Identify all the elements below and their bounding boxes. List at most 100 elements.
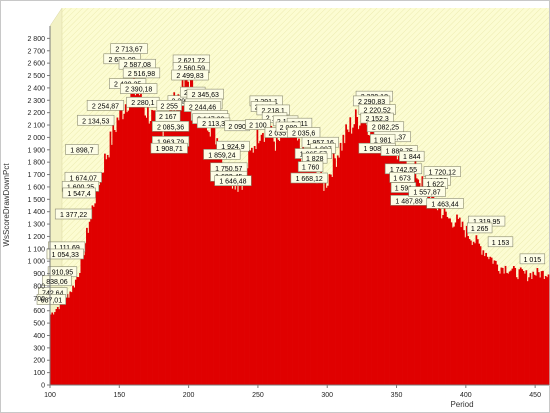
data-label: 1 859,24	[203, 149, 241, 160]
y-tick-label: 300	[33, 345, 45, 352]
data-label: 1 646,48	[214, 175, 252, 186]
data-label: 1 265	[467, 222, 493, 234]
data-label: 2 516,98	[122, 67, 161, 79]
svg-text:1 646,48: 1 646,48	[219, 179, 246, 186]
data-label: 1 463,44	[426, 198, 464, 209]
data-label: 1 015	[519, 253, 546, 265]
data-label: 2 167	[155, 110, 181, 122]
svg-text:1 153: 1 153	[492, 240, 510, 247]
data-label: 2 255	[156, 100, 182, 111]
svg-text:1 844: 1 844	[403, 154, 421, 161]
y-tick-label: 2 400	[27, 85, 45, 92]
svg-text:2 082,25: 2 082,25	[372, 125, 399, 132]
data-label: 1 844	[399, 150, 425, 162]
x-tick-label: 300	[321, 392, 333, 399]
data-label: 2 082,25	[366, 121, 405, 133]
svg-text:2 516,98: 2 516,98	[128, 71, 155, 78]
svg-text:1 265: 1 265	[471, 226, 489, 233]
svg-text:1 015: 1 015	[524, 257, 542, 264]
y-tick-label: 1 800	[27, 160, 45, 167]
data-label: 1 153	[487, 236, 514, 248]
data-label: 2 254,87	[86, 100, 125, 111]
svg-text:1 898,7: 1 898,7	[70, 147, 93, 154]
data-label: 2 035,6	[287, 127, 321, 138]
svg-text:2 499,83: 2 499,83	[176, 73, 203, 80]
svg-text:2 255: 2 255	[160, 103, 178, 110]
svg-text:1 463,44: 1 463,44	[431, 201, 458, 208]
y-tick-label: 100	[33, 370, 45, 377]
x-tick-label: 400	[460, 392, 472, 399]
svg-text:1 908,71: 1 908,71	[156, 146, 183, 153]
y-tick-label: 200	[33, 358, 45, 365]
x-tick-label: 100	[44, 392, 56, 399]
y-tick-label: 600	[33, 308, 45, 315]
svg-text:2 090: 2 090	[228, 124, 246, 131]
chart: 2 713,672 631,092 587,082 516,982 430,25…	[0, 0, 550, 413]
data-label: 1 981	[369, 133, 396, 145]
y-tick-label: 2 500	[27, 73, 45, 80]
y-tick-label: 1 000	[27, 259, 45, 266]
svg-text:2 100: 2 100	[249, 123, 267, 130]
x-tick-label: 450	[529, 392, 541, 399]
y-tick-label: 1 100	[27, 246, 45, 253]
svg-text:1 054,33: 1 054,33	[52, 252, 79, 259]
data-label: 2 390,18	[120, 83, 158, 94]
svg-text:2 390,18: 2 390,18	[125, 87, 152, 94]
y-tick-label: 1 700	[27, 172, 45, 179]
x-tick-label: 350	[391, 392, 403, 399]
y-tick-label: 1 400	[27, 209, 45, 216]
data-label: 1 760	[297, 161, 324, 172]
y-tick-label: 700	[33, 296, 45, 303]
y-tick-label: 2 300	[27, 98, 45, 105]
data-label: 1 673	[389, 172, 415, 183]
y-tick-label: 1 500	[27, 197, 45, 204]
svg-text:1 377,22: 1 377,22	[60, 212, 87, 219]
svg-text:1 557,87: 1 557,87	[413, 190, 440, 197]
data-label: 2 244,46	[183, 101, 222, 112]
data-label: 1 557,87	[408, 186, 446, 197]
data-label: 1 377,22	[54, 208, 93, 220]
data-label: 910,95	[47, 266, 78, 278]
svg-text:838,06: 838,06	[46, 279, 68, 286]
y-tick-label: 1 600	[27, 184, 45, 191]
svg-text:1 859,24: 1 859,24	[208, 152, 235, 159]
data-label: 838,06	[42, 275, 72, 287]
svg-text:1 673: 1 673	[393, 175, 411, 182]
svg-text:2 134,53: 2 134,53	[82, 118, 109, 125]
bar	[547, 274, 550, 385]
data-label: 2 713,67	[110, 43, 148, 54]
svg-text:2 713,67: 2 713,67	[115, 47, 142, 54]
data-label: 2 280,1	[126, 96, 160, 108]
y-tick-label: 2 800	[27, 36, 45, 43]
y-tick-label: 2 100	[27, 123, 45, 130]
y-tick-label: 2 200	[27, 110, 45, 117]
data-label: 2 345,63	[186, 88, 224, 100]
data-label: 1 668,12	[290, 172, 328, 184]
y-tick-label: 2 000	[27, 135, 45, 142]
data-label: 2 499,83	[171, 69, 209, 81]
svg-text:2 167: 2 167	[159, 114, 177, 121]
x-tick-label: 250	[252, 392, 264, 399]
svg-text:2 085,36: 2 085,36	[157, 124, 184, 131]
data-label: 2 134,53	[77, 114, 115, 126]
y-tick-label: 900	[33, 271, 45, 278]
y-tick-label: 2 600	[27, 61, 45, 68]
data-label: 1 674,07	[64, 171, 102, 183]
svg-text:1 760: 1 760	[302, 165, 320, 172]
data-label: 2 085,36	[151, 121, 190, 132]
x-axis-title: Period	[450, 400, 473, 409]
y-axis-title: WsScoreDrawDownPct	[2, 163, 11, 247]
svg-text:2 345,63: 2 345,63	[192, 92, 219, 99]
data-label: 1 898,7	[65, 144, 99, 155]
data-label: 1 054,33	[46, 248, 84, 260]
data-label: 1 908,71	[150, 142, 188, 154]
x-tick-label: 150	[113, 392, 125, 399]
svg-text:1 547,4: 1 547,4	[67, 191, 90, 198]
y-tick-label: 1 900	[27, 147, 45, 154]
svg-text:2 254,87: 2 254,87	[92, 103, 119, 110]
y-tick-label: 800	[33, 283, 45, 290]
y-tick-label: 2 700	[27, 48, 45, 55]
y-tick-label: 0	[41, 383, 45, 390]
svg-text:2 280,1: 2 280,1	[131, 100, 154, 107]
svg-text:2 035,6: 2 035,6	[292, 131, 315, 138]
